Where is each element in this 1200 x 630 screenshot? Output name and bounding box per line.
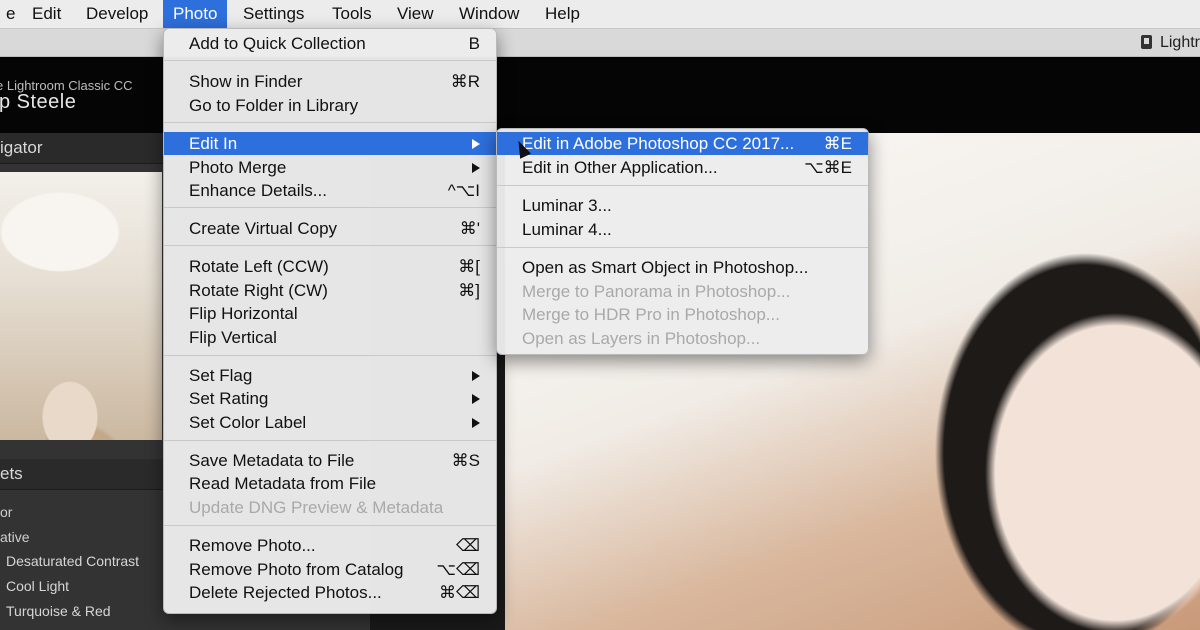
submenu-arrow-icon bbox=[472, 371, 480, 381]
menu-separator bbox=[164, 60, 496, 61]
menu-item-remove-from-catalog[interactable]: Remove Photo from Catalog ⌥⌫ bbox=[164, 558, 496, 581]
preset-item[interactable]: Turquoise & Red bbox=[6, 603, 166, 619]
submenu-arrow-icon bbox=[472, 163, 480, 173]
menu-separator bbox=[164, 525, 496, 526]
menu-settings[interactable]: Settings bbox=[233, 0, 314, 28]
preset-item[interactable]: Desaturated Contrast bbox=[6, 553, 166, 569]
menu-item-rotate-left[interactable]: Rotate Left (CCW) ⌘[ bbox=[164, 255, 496, 278]
menu-bar: e Edit Develop Photo Settings Tools View… bbox=[0, 0, 1200, 29]
submenu-arrow-icon bbox=[472, 394, 480, 404]
menu-develop[interactable]: Develop bbox=[76, 0, 158, 28]
menu-item-flip-vertical[interactable]: Flip Vertical bbox=[164, 326, 496, 349]
menu-tools[interactable]: Tools bbox=[322, 0, 382, 28]
menu-help[interactable]: Help bbox=[535, 0, 590, 28]
submenu-item-edit-in-other-app[interactable]: Edit in Other Application... ⌥⌘E bbox=[497, 156, 868, 179]
menu-item-set-rating[interactable]: Set Rating bbox=[164, 387, 496, 410]
navigator-preview[interactable] bbox=[0, 172, 162, 440]
menu-separator bbox=[164, 355, 496, 356]
submenu-arrow-icon bbox=[472, 418, 480, 428]
submenu-item-edit-in-photoshop[interactable]: Edit in Adobe Photoshop CC 2017... ⌘E bbox=[497, 132, 868, 155]
menu-item-edit-in[interactable]: Edit In bbox=[164, 132, 496, 155]
preset-group[interactable]: ative bbox=[0, 529, 165, 545]
menu-photo[interactable]: Photo bbox=[163, 0, 228, 28]
menu-item-go-to-folder[interactable]: Go to Folder in Library bbox=[164, 94, 496, 117]
menu-item-show-in-finder[interactable]: Show in Finder ⌘R bbox=[164, 70, 496, 93]
menu-item-delete-rejected[interactable]: Delete Rejected Photos... ⌘⌫ bbox=[164, 581, 496, 604]
submenu-item-open-as-layers: Open as Layers in Photoshop... bbox=[522, 329, 761, 348]
menu-item-set-flag[interactable]: Set Flag bbox=[164, 364, 496, 387]
submenu-item-merge-hdr: Merge to HDR Pro in Photoshop... bbox=[522, 305, 780, 324]
identity-plate-owner: ip Steele bbox=[0, 91, 77, 113]
preset-group[interactable]: or bbox=[0, 504, 165, 520]
menu-separator bbox=[164, 122, 496, 123]
menu-item-photo-merge[interactable]: Photo Merge bbox=[164, 156, 496, 179]
menu-view[interactable]: View bbox=[387, 0, 444, 28]
presets-panel-header[interactable]: ets bbox=[0, 459, 165, 490]
submenu-item-merge-panorama: Merge to Panorama in Photoshop... bbox=[522, 282, 791, 301]
menu-edit[interactable]: Edit bbox=[22, 0, 71, 28]
navigator-panel-header[interactable]: igator bbox=[0, 133, 165, 164]
menu-item-enhance-details[interactable]: Enhance Details... ^⌥I bbox=[164, 179, 496, 202]
menu-item-flip-horizontal[interactable]: Flip Horizontal bbox=[164, 302, 496, 325]
preset-item[interactable]: Cool Light bbox=[6, 578, 166, 594]
window-title: Lightr bbox=[1140, 29, 1200, 56]
menu-item-create-virtual-copy[interactable]: Create Virtual Copy ⌘' bbox=[164, 217, 496, 240]
menu-separator bbox=[164, 440, 496, 441]
menu-item-set-color-label[interactable]: Set Color Label bbox=[164, 411, 496, 434]
submenu-arrow-icon bbox=[472, 139, 480, 149]
menu-item-remove-photo[interactable]: Remove Photo... ⌫ bbox=[164, 534, 496, 557]
menu-separator bbox=[497, 247, 868, 248]
menu-separator bbox=[164, 207, 496, 208]
menu-window[interactable]: Window bbox=[449, 0, 529, 28]
photo-menu: Add to Quick Collection B Show in Finder ⌘… bbox=[163, 28, 497, 614]
document-icon bbox=[1140, 35, 1152, 49]
menu-item-read-metadata[interactable]: Read Metadata from File bbox=[164, 472, 496, 495]
menu-item-save-metadata[interactable]: Save Metadata to File ⌘S bbox=[164, 449, 496, 472]
submenu-item-open-smart-object[interactable]: Open as Smart Object in Photoshop... bbox=[497, 256, 868, 279]
submenu-item-luminar-4[interactable]: Luminar 4... bbox=[497, 218, 868, 241]
menu-item-add-to-quick-collection[interactable]: Add to Quick Collection B bbox=[164, 32, 496, 55]
submenu-item-luminar-3[interactable]: Luminar 3... bbox=[497, 194, 868, 217]
menu-separator bbox=[164, 245, 496, 246]
menu-separator bbox=[497, 185, 868, 186]
menu-item-rotate-right[interactable]: Rotate Right (CW) ⌘] bbox=[164, 279, 496, 302]
edit-in-submenu: Edit in Adobe Photoshop CC 2017... ⌘E Edi… bbox=[496, 128, 869, 355]
menu-item-update-dng-preview: Update DNG Preview & Metadata bbox=[189, 498, 444, 517]
